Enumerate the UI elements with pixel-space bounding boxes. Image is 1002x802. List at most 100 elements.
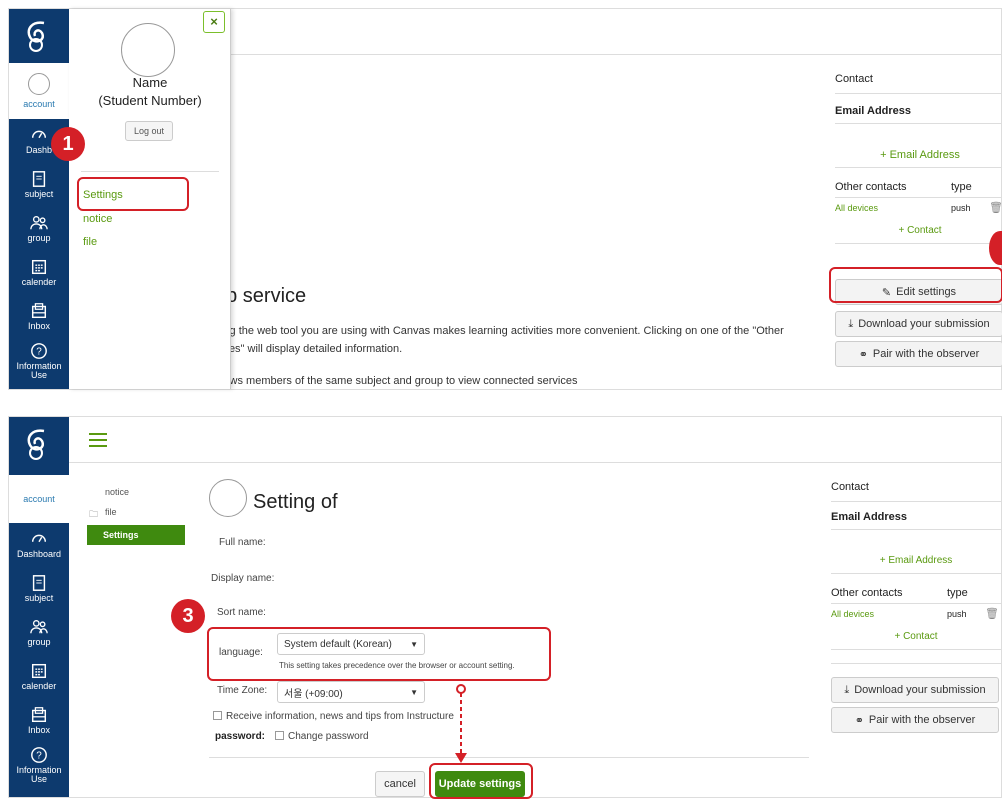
email-heading: Email Address: [835, 105, 912, 117]
trash-icon[interactable]: 🗑: [989, 201, 1002, 214]
nav-calender[interactable]: calender: [9, 655, 69, 699]
nav-calender-label: calender: [21, 277, 57, 288]
nav-group-label: group: [27, 233, 51, 244]
timezone-label: Time Zone:: [217, 685, 268, 696]
nav-dashboard-label: Dashb: [25, 145, 52, 156]
divider: [209, 757, 809, 758]
nav-group[interactable]: group: [9, 207, 69, 251]
cancel-button[interactable]: cancel: [375, 771, 425, 797]
add-email-link[interactable]: + Email Address: [831, 555, 1001, 566]
hamburger-menu-icon[interactable]: [89, 433, 107, 447]
nav-inbox[interactable]: Inbox: [9, 295, 69, 339]
timezone-value: 서울 (+09:00): [284, 688, 343, 700]
change-password-row[interactable]: Change password: [275, 731, 369, 742]
step-badge-3: 3: [171, 599, 205, 633]
subnav-notice[interactable]: notice: [105, 487, 129, 497]
nav-calender[interactable]: calender: [9, 251, 69, 295]
nav-calender-label: calender: [21, 681, 57, 692]
divider: [835, 123, 1002, 124]
device-link[interactable]: All devices: [835, 203, 1002, 213]
close-icon[interactable]: ×: [203, 11, 225, 33]
subnav-settings-active[interactable]: Settings: [87, 525, 185, 545]
nav-group[interactable]: group: [9, 611, 69, 655]
book-icon: [32, 171, 46, 188]
nav-dashboard-label: Dashboard: [16, 549, 62, 560]
timezone-select[interactable]: 서울 (+09:00) ▼: [277, 681, 425, 703]
nav-inbox[interactable]: Inbox: [9, 699, 69, 743]
contact-heading: Contact: [835, 73, 873, 85]
add-email-link[interactable]: + Email Address: [835, 149, 1002, 161]
help-icon: ?: [31, 342, 47, 359]
nav-account-label: account: [23, 494, 55, 504]
nav-information[interactable]: ? Information Use: [9, 743, 69, 787]
trash-icon[interactable]: 🗑: [985, 607, 999, 620]
step-badge-1: 1: [51, 127, 85, 161]
divider: [831, 501, 1001, 502]
group-icon: [30, 216, 48, 230]
nav-account[interactable]: account: [9, 475, 69, 523]
global-nav: account Dashboard subject group calender…: [9, 417, 69, 797]
profile-avatar[interactable]: [121, 23, 175, 77]
receive-info-row[interactable]: Receive information, news and tips from …: [213, 711, 454, 722]
dashboard-icon: [31, 130, 47, 139]
observer-icon: ⚭: [858, 348, 868, 361]
subnav-file[interactable]: file: [105, 507, 117, 517]
device-type: push: [951, 203, 971, 213]
type-heading: type: [947, 587, 968, 599]
highlight-edit-settings: [829, 267, 1002, 303]
arrow-down-icon: [455, 684, 467, 763]
divider: [831, 649, 1001, 650]
divider: [835, 93, 1002, 94]
nav-account[interactable]: account: [9, 63, 69, 119]
calendar-icon: [31, 664, 47, 679]
nav-subject[interactable]: subject: [9, 163, 69, 207]
nav-information-label: Information Use: [16, 360, 62, 380]
download-submission-button[interactable]: ⤓ Download your submission: [831, 677, 999, 703]
folder-icon: 🗀: [89, 509, 99, 519]
add-contact-link[interactable]: + Contact: [831, 631, 1001, 642]
highlight-language-field: [207, 627, 551, 681]
web-service-desc-1: ing the web tool you are using with Canv…: [221, 325, 784, 337]
canvas-logo-icon[interactable]: [9, 9, 69, 63]
settings-title: Setting of: [253, 491, 338, 513]
contact-sidebar: Contact Email Address + Email Address Ot…: [831, 481, 1001, 781]
nav-dashboard[interactable]: Dashboard: [9, 523, 69, 567]
email-heading: Email Address: [831, 511, 908, 523]
download-icon: ⤓: [848, 317, 854, 330]
logout-button[interactable]: Log out: [125, 121, 173, 141]
other-contacts-heading: Other contacts: [835, 181, 907, 193]
download-label: Download your submission: [854, 684, 986, 696]
canvas-logo-icon[interactable]: [9, 417, 69, 471]
divider: [835, 167, 1002, 168]
download-icon: ⤓: [844, 683, 850, 696]
type-heading: type: [951, 181, 972, 193]
contact-heading: Contact: [831, 481, 869, 493]
device-link[interactable]: All devices: [831, 609, 1001, 619]
observer-icon: ⚭: [854, 714, 864, 727]
nav-account-label: account: [23, 99, 55, 109]
screenshot-panel-top: account Dashb subject group calender Inb…: [8, 8, 1002, 390]
divider: [831, 573, 1001, 574]
device-type: push: [947, 609, 967, 619]
nav-subject[interactable]: subject: [9, 567, 69, 611]
display-name-label: Display name:: [211, 573, 275, 584]
avatar-icon: [28, 73, 50, 95]
pair-observer-button[interactable]: ⚭ Pair with the observer: [831, 707, 999, 733]
dashboard-icon: [31, 534, 47, 543]
add-contact-link[interactable]: + Contact: [835, 225, 1002, 236]
tray-divider: [81, 171, 219, 172]
download-submission-button[interactable]: ⤓ Download your submission: [835, 311, 1002, 337]
tray-link-notice[interactable]: notice: [83, 213, 112, 225]
nav-subject-label: subject: [24, 593, 54, 604]
divider: [831, 529, 1001, 530]
full-name-label: Full name:: [219, 537, 266, 548]
tray-link-file[interactable]: file: [83, 236, 97, 248]
profile-avatar[interactable]: [209, 479, 247, 517]
student-number: (Student Number): [98, 93, 202, 108]
checkbox-icon[interactable]: [275, 731, 284, 740]
nav-information[interactable]: ? Information Use: [9, 339, 69, 383]
inbox-icon: [31, 707, 47, 723]
receive-info-label: Receive information, news and tips from …: [226, 711, 454, 722]
pair-observer-button[interactable]: ⚭ Pair with the observer: [835, 341, 1002, 367]
checkbox-icon[interactable]: [213, 711, 222, 720]
